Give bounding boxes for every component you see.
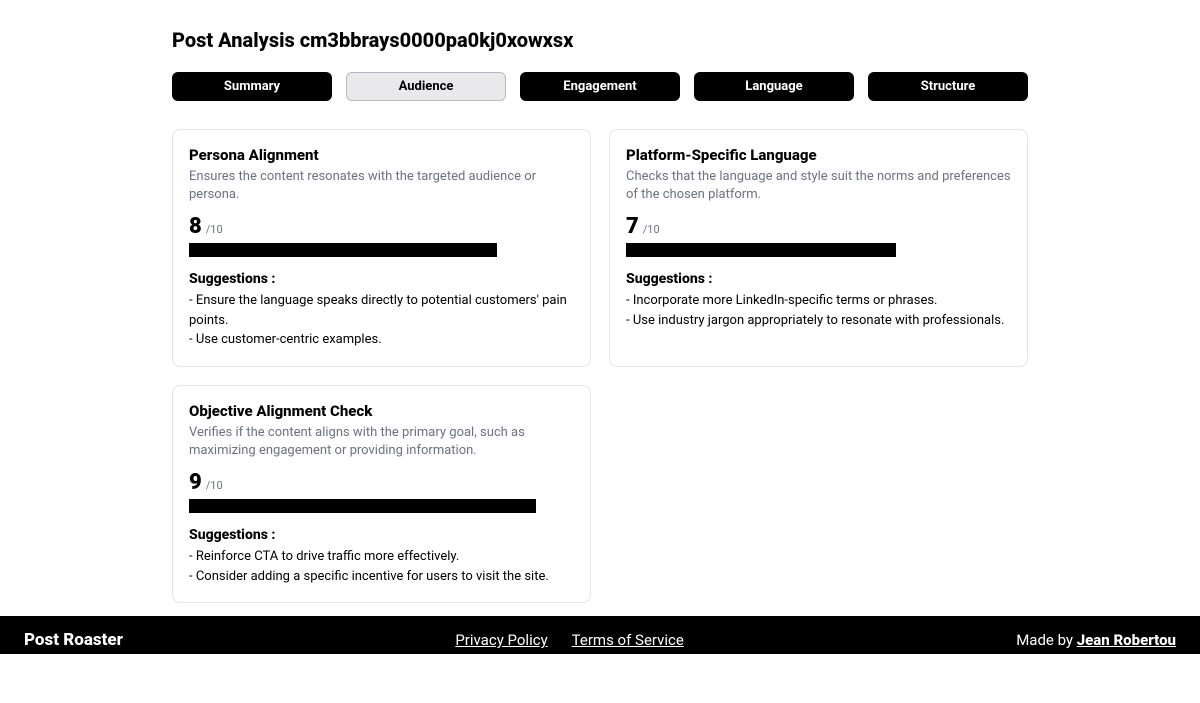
tabs-row: Summary Audience Engagement Language Str… bbox=[172, 72, 1028, 101]
tab-summary[interactable]: Summary bbox=[172, 72, 332, 101]
score-line: 7 /10 bbox=[626, 214, 1011, 239]
card-objective-alignment: Objective Alignment Check Verifies if th… bbox=[172, 385, 591, 603]
suggestion-item: - Incorporate more LinkedIn-specific ter… bbox=[626, 291, 1011, 311]
suggestions-label: Suggestions : bbox=[626, 271, 1011, 287]
card-platform-language: Platform-Specific Language Checks that t… bbox=[609, 129, 1028, 367]
terms-of-service-link[interactable]: Terms of Service bbox=[572, 631, 684, 649]
made-by-text: Made by bbox=[1016, 631, 1077, 649]
suggestions-label: Suggestions : bbox=[189, 527, 574, 543]
score-line: 8 /10 bbox=[189, 214, 574, 239]
score-denom: /10 bbox=[643, 223, 660, 236]
tab-structure[interactable]: Structure bbox=[868, 72, 1028, 101]
score-denom: /10 bbox=[206, 479, 223, 492]
progress-fill bbox=[626, 243, 896, 257]
score-line: 9 /10 bbox=[189, 470, 574, 495]
tab-engagement[interactable]: Engagement bbox=[520, 72, 680, 101]
footer-credit: Made by Jean Robertou bbox=[1016, 631, 1176, 649]
card-title: Persona Alignment bbox=[189, 146, 574, 164]
tab-audience[interactable]: Audience bbox=[346, 72, 506, 101]
cards-grid: Persona Alignment Ensures the content re… bbox=[172, 129, 1028, 603]
progress-bar bbox=[189, 499, 574, 513]
suggestion-item: - Use industry jargon appropriately to r… bbox=[626, 311, 1011, 331]
score-value: 7 bbox=[626, 214, 639, 239]
card-description: Checks that the language and style suit … bbox=[626, 168, 1011, 204]
footer-center-links: Privacy Policy Terms of Service bbox=[455, 631, 684, 649]
progress-bar bbox=[189, 243, 574, 257]
progress-fill bbox=[189, 243, 497, 257]
card-persona-alignment: Persona Alignment Ensures the content re… bbox=[172, 129, 591, 367]
footer-brand[interactable]: Post Roaster bbox=[24, 630, 123, 650]
privacy-policy-link[interactable]: Privacy Policy bbox=[455, 631, 547, 649]
footer: Post Roaster Privacy Policy Terms of Ser… bbox=[0, 616, 1200, 654]
progress-fill bbox=[189, 499, 536, 513]
suggestion-item: - Consider adding a specific incentive f… bbox=[189, 567, 574, 587]
score-denom: /10 bbox=[206, 223, 223, 236]
card-description: Verifies if the content aligns with the … bbox=[189, 424, 574, 460]
card-title: Platform-Specific Language bbox=[626, 146, 1011, 164]
card-description: Ensures the content resonates with the t… bbox=[189, 168, 574, 204]
score-value: 8 bbox=[189, 214, 202, 239]
suggestions-label: Suggestions : bbox=[189, 271, 574, 287]
suggestion-item: - Use customer-centric examples. bbox=[189, 330, 574, 350]
score-value: 9 bbox=[189, 470, 202, 495]
tab-language[interactable]: Language bbox=[694, 72, 854, 101]
page-title: Post Analysis cm3bbrays0000pa0kj0xowxsx bbox=[172, 28, 1028, 52]
suggestion-item: - Ensure the language speaks directly to… bbox=[189, 291, 574, 330]
suggestion-item: - Reinforce CTA to drive traffic more ef… bbox=[189, 547, 574, 567]
card-title: Objective Alignment Check bbox=[189, 402, 574, 420]
progress-bar bbox=[626, 243, 1011, 257]
author-link[interactable]: Jean Robertou bbox=[1077, 631, 1176, 649]
